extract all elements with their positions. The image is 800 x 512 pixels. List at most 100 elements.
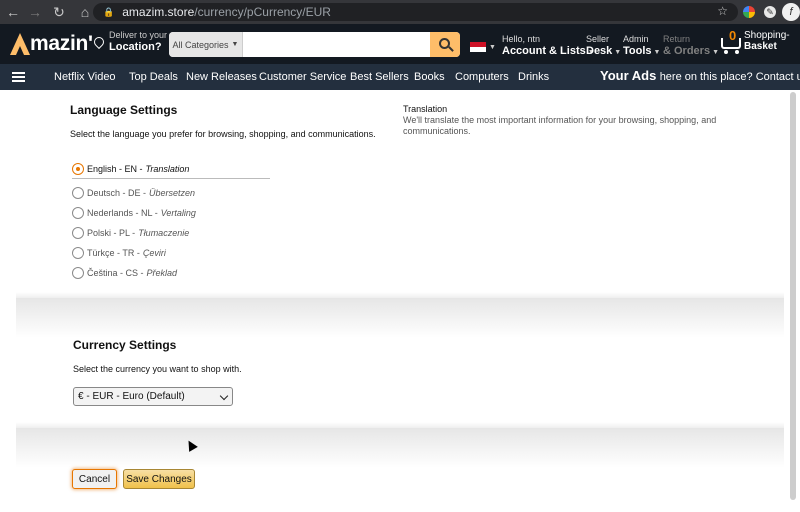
language-translation: Çeviri <box>142 248 166 258</box>
admin-line2: Tools <box>623 45 652 57</box>
address-bar[interactable]: 🔒 amazim.store/currency/pCurrency/EUR ☆ <box>93 3 738 21</box>
language-label: Deutsch - DE - <box>87 188 147 198</box>
radio-selected-icon[interactable] <box>72 163 84 175</box>
location-pin-icon <box>91 34 107 50</box>
bookmark-star-icon[interactable]: ☆ <box>717 4 728 18</box>
seller-line1: Seller <box>586 34 610 44</box>
ads-text: here on this place? Contact us <box>659 71 800 83</box>
language-translation: Übersetzen <box>149 188 196 198</box>
chevron-down-icon <box>219 391 229 401</box>
language-option-cs[interactable]: Čeština - CS - Překlad <box>72 266 177 280</box>
save-changes-button[interactable]: Save Changes <box>123 469 195 489</box>
section-divider <box>16 422 784 468</box>
search-category-label: All Categories <box>172 39 229 50</box>
search-input[interactable] <box>243 32 430 57</box>
cart-line1: Shopping- <box>744 30 790 41</box>
scrollbar-thumb[interactable] <box>790 92 796 500</box>
logo-text: mazin' <box>30 32 93 55</box>
cart-icon: 0 <box>718 28 744 54</box>
currency-settings-description: Select the currency you want to shop wit… <box>73 364 242 374</box>
radio-icon[interactable] <box>72 207 84 219</box>
currency-selected-value: € - EUR - Euro (Default) <box>78 391 185 402</box>
radio-icon[interactable] <box>72 267 84 279</box>
search-bar: All Categories ▼ <box>169 32 460 57</box>
returns-orders-menu[interactable]: Return & Orders ▼ <box>663 34 719 59</box>
nav-link-best-sellers[interactable]: Best Sellers <box>350 71 409 83</box>
caret-down-icon: ▼ <box>231 41 239 48</box>
url-host: amazim.store <box>122 5 195 19</box>
home-icon[interactable]: ⌂ <box>76 3 94 21</box>
deliver-line2: Location? <box>109 41 162 53</box>
ads-banner[interactable]: Your Ads here on this place? Contact us <box>600 68 800 83</box>
seller-desk-menu[interactable]: Seller Desk ▼ <box>586 34 621 59</box>
cart-button[interactable]: 0 Shopping- Basket <box>718 28 790 54</box>
lock-icon: 🔒 <box>103 6 115 17</box>
deliver-location[interactable]: Deliver to your Location? <box>91 30 168 54</box>
nav-link-new-releases[interactable]: New Releases <box>186 71 257 83</box>
ads-title: Your Ads <box>600 68 657 83</box>
language-translation: Translation <box>145 164 190 174</box>
search-button[interactable] <box>430 32 460 57</box>
language-option-tr[interactable]: Türkçe - TR - Çeviri <box>72 246 166 260</box>
radio-icon[interactable] <box>72 187 84 199</box>
account-label: Account & Lists <box>502 45 586 57</box>
profile-avatar[interactable]: f <box>782 3 800 21</box>
currency-settings-title: Currency Settings <box>73 338 177 352</box>
translation-title: Translation <box>403 104 448 114</box>
language-label: English - EN - <box>87 164 143 174</box>
url-path: /currency/pCurrency/EUR <box>194 5 331 19</box>
forward-arrow-icon[interactable]: → <box>26 3 44 21</box>
admin-tools-menu[interactable]: Admin Tools ▼ <box>623 34 660 59</box>
language-label: Türkçe - TR - <box>87 248 140 258</box>
nav-link-top-deals[interactable]: Top Deals <box>129 71 178 83</box>
radio-icon[interactable] <box>72 247 84 259</box>
nav-link-books[interactable]: Books <box>414 71 445 83</box>
language-option-nl[interactable]: Nederlands - NL - Vertaling <box>72 206 196 220</box>
deliver-line1: Deliver to your <box>109 30 168 40</box>
radio-icon[interactable] <box>72 227 84 239</box>
language-translation: Vertaling <box>160 208 196 218</box>
cart-count: 0 <box>729 28 737 43</box>
flag-icon[interactable] <box>470 42 486 52</box>
search-category-dropdown[interactable]: All Categories ▼ <box>169 32 243 57</box>
currency-select[interactable]: € - EUR - Euro (Default) <box>73 387 233 406</box>
search-icon <box>438 38 450 49</box>
language-label: Čeština - CS - <box>87 268 144 278</box>
reload-icon[interactable]: ↻ <box>50 3 68 21</box>
section-divider <box>16 292 784 338</box>
seller-line2: Desk <box>586 45 613 57</box>
nav-link-drinks[interactable]: Drinks <box>518 71 549 83</box>
account-menu[interactable]: Hello, ntn Account & Lists ▼ <box>502 34 595 59</box>
language-option-pl[interactable]: Polski - PL - Tłumaczenie <box>72 226 189 240</box>
language-label: Nederlands - NL - <box>87 208 158 218</box>
translation-description: We'll translate the most important infor… <box>403 115 717 136</box>
language-settings-description: Select the language you prefer for brows… <box>70 129 376 139</box>
language-option-de[interactable]: Deutsch - DE - Übersetzen <box>72 186 195 200</box>
nav-link-netflix-video[interactable]: Netflix Video <box>54 71 116 83</box>
logo-a-icon <box>10 33 30 55</box>
returns-line1: Return <box>663 34 691 44</box>
site-logo[interactable]: mazin' <box>10 32 93 56</box>
admin-line1: Admin <box>623 34 649 44</box>
nav-link-customer-service[interactable]: Customer Service <box>259 71 346 83</box>
language-settings-title: Language Settings <box>70 103 178 117</box>
nav-bar: Netflix Video Top Deals New Releases Cus… <box>0 64 800 90</box>
back-arrow-icon[interactable]: ← <box>4 3 22 21</box>
extension-color-icon[interactable] <box>743 6 755 18</box>
language-translation: Tłumaczenie <box>138 228 190 238</box>
caret-down-icon: ▼ <box>489 44 496 51</box>
account-greeting: Hello, ntn <box>502 34 541 44</box>
language-option-en[interactable]: English - EN - Translation <box>72 162 189 176</box>
caret-down-icon: ▼ <box>653 49 661 56</box>
cart-line2: Basket <box>744 41 777 52</box>
nav-link-computers[interactable]: Computers <box>455 71 509 83</box>
language-divider <box>72 178 270 179</box>
caret-down-icon: ▼ <box>614 49 622 56</box>
scrollbar[interactable] <box>789 92 797 500</box>
returns-line2: & Orders <box>663 45 711 57</box>
extension-pen-icon[interactable]: ✎ <box>764 6 776 18</box>
site-header: mazin' Deliver to your Location? All Cat… <box>0 24 800 64</box>
cancel-button[interactable]: Cancel <box>72 469 117 489</box>
language-translation: Překlad <box>146 268 178 278</box>
hamburger-menu-icon[interactable] <box>12 72 25 82</box>
